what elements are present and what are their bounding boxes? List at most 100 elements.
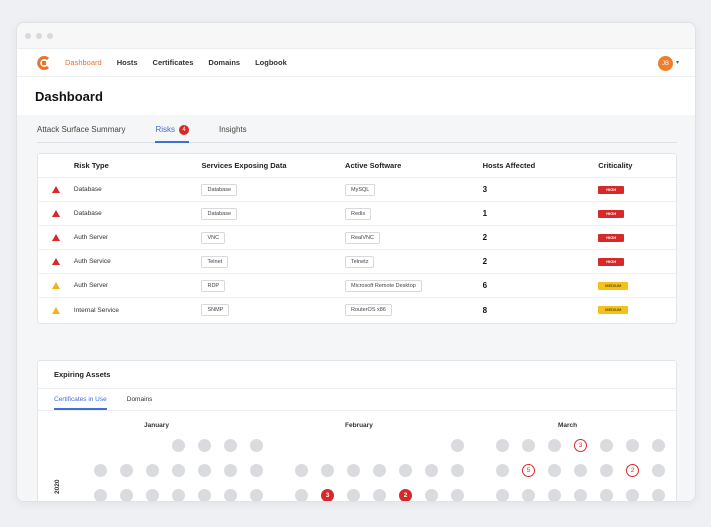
calendar-day[interactable] [224,464,237,477]
calendar-day[interactable] [425,464,438,477]
tab-domains[interactable]: Domains [127,389,153,410]
window-dot-icon [47,32,53,39]
column-header-risk-type[interactable]: Risk Type [74,161,202,170]
alert-triangle-icon [51,210,60,217]
alert-triangle-icon [51,186,60,193]
calendar-day[interactable] [295,489,308,501]
tab-attack-surface-summary[interactable]: Attack Surface Summary [37,121,125,143]
nav-certificates[interactable]: Certificates [153,58,194,67]
tab-risks[interactable]: Risks 4 [155,121,190,143]
calendar-day[interactable] [120,489,133,501]
calendar-day[interactable] [347,489,360,501]
tab-label: Risks [155,125,176,135]
service-tag: RDP [201,279,226,292]
table-row[interactable]: Database Database MySQL 3 HIGH [38,178,676,202]
calendar-day[interactable] [652,489,665,501]
calendar-day[interactable] [496,439,509,452]
table-row[interactable]: Internal Service SNMP RouterOS x86 8 MED… [38,298,676,322]
calendar-day[interactable] [600,464,613,477]
window-dot-icon [36,32,42,39]
calendar-day-expiring[interactable]: 3 [574,439,587,452]
brand-logo-icon[interactable] [37,55,51,70]
calendar-day-expiring[interactable]: 5 [522,464,535,477]
calendar-day[interactable] [496,489,509,501]
calendar-day[interactable] [250,439,263,452]
calendar-day[interactable] [451,439,464,452]
alert-triangle-icon [51,258,60,265]
calendar-day[interactable] [522,439,535,452]
calendar-day[interactable] [250,464,263,477]
criticality-badge: HIGH [598,209,625,218]
app-window: Dashboard Hosts Certificates Domains Log… [16,22,696,502]
calendar-day[interactable] [626,439,639,452]
calendar-day[interactable] [548,439,561,452]
table-row[interactable]: Auth Service Telnet Telnetz 2 HIGH [38,250,676,274]
calendar-day[interactable] [600,439,613,452]
table-row[interactable]: Auth Server VNC RealVNC 2 HIGH [38,226,676,250]
calendar-day[interactable] [600,489,613,501]
criticality-badge: HIGH [598,257,625,266]
year-label: 2020 [54,479,61,494]
nav-hosts[interactable]: Hosts [117,58,138,67]
calendar-day[interactable] [652,464,665,477]
calendar-day[interactable] [574,464,587,477]
calendar-day-expiring[interactable]: 2 [626,464,639,477]
calendar-day[interactable] [373,464,386,477]
calendar-day[interactable] [172,464,185,477]
calendar-day[interactable] [172,439,185,452]
calendar-day[interactable] [373,489,386,501]
calendar-day[interactable] [172,489,185,501]
column-header-hosts[interactable]: Hosts Affected [483,161,599,170]
calendar-day[interactable] [548,464,561,477]
calendar-day-expiring[interactable]: 2 [399,489,412,501]
nav-logbook[interactable]: Logbook [255,58,287,67]
calendar-day[interactable] [652,439,665,452]
calendar-day[interactable] [94,464,107,477]
chevron-down-icon[interactable]: ▾ [676,59,679,66]
calendar-day[interactable] [321,464,334,477]
table-row[interactable]: Auth Server RDP Microsoft Remote Desktop… [38,274,676,298]
service-tag: SNMP [201,304,230,316]
calendar-day[interactable] [522,489,535,501]
calendar-day[interactable] [198,489,211,501]
risk-type: Auth Service [73,258,111,265]
calendar-day[interactable] [425,489,438,501]
calendar-day[interactable] [451,489,464,501]
calendar-day[interactable] [496,464,509,477]
calendar-day[interactable] [94,489,107,501]
calendar-day[interactable] [548,489,561,501]
calendar-day[interactable] [451,464,464,477]
service-tag: Telnet [201,255,229,268]
risk-table: Risk Type Services Exposing Data Active … [37,153,677,324]
calendar-day[interactable] [146,489,159,501]
hosts-affected: 6 [482,281,488,290]
calendar-day[interactable] [626,489,639,501]
calendar-day-expiring[interactable]: 3 [321,489,334,501]
nav-domains[interactable]: Domains [208,58,240,67]
calendar-day[interactable] [574,489,587,501]
column-header-criticality[interactable]: Criticality [598,161,676,170]
tab-insights[interactable]: Insights [219,121,247,143]
calendar-day[interactable] [295,464,308,477]
calendar-day[interactable] [347,464,360,477]
tab-certificates-in-use[interactable]: Certificates in Use [54,389,107,410]
column-header-services[interactable]: Services Exposing Data [201,161,345,170]
service-tag: Database [201,183,238,196]
column-header-software[interactable]: Active Software [345,161,483,170]
tab-label: Attack Surface Summary [37,125,126,134]
calendar-day[interactable] [198,464,211,477]
calendar-day[interactable] [120,464,133,477]
avatar[interactable]: JB [658,56,673,71]
criticality-badge: MEDIUM [598,281,629,290]
service-tag: VNC [201,231,226,244]
calendar-day[interactable] [146,464,159,477]
expiring-assets-panel: Expiring Assets Certificates in Use Doma… [37,360,677,501]
warning-triangle-icon [51,306,60,314]
calendar-day[interactable] [224,489,237,501]
calendar-day[interactable] [224,439,237,452]
calendar-day[interactable] [250,489,263,501]
table-row[interactable]: Database Database Redis 1 HIGH [38,202,676,226]
calendar-day[interactable] [198,439,211,452]
calendar-day[interactable] [399,464,412,477]
nav-dashboard[interactable]: Dashboard [65,58,102,67]
